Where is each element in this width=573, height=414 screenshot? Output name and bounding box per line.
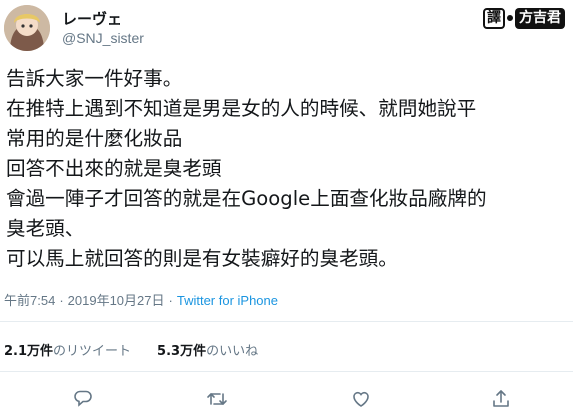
tweet-stats: 2.1万件のリツイート 5.3万件のいいね [4, 340, 258, 359]
like-count: 5.3万件 [157, 344, 207, 359]
like-icon[interactable] [350, 388, 372, 410]
translator-watermark: 譯 方吉君 [483, 7, 565, 29]
tweet-line: 可以馬上就回答的則是有女裝癖好的臭老頭。 [6, 247, 398, 270]
meta-separator: · [59, 293, 64, 308]
retweet-icon[interactable] [206, 388, 228, 410]
tweet-date[interactable]: 2019年10月27日 [68, 293, 165, 308]
retweet-label: のリツイート [53, 344, 132, 359]
display-name[interactable]: レーヴェ [62, 8, 122, 29]
tweet-line: 臭老頭、 [6, 217, 85, 240]
tweet-line: 回答不出來的就是臭老頭 [6, 157, 222, 180]
share-icon[interactable] [490, 388, 512, 410]
divider [0, 321, 573, 322]
meta-separator: · [168, 293, 173, 308]
user-handle[interactable]: @SNJ_sister [62, 30, 144, 46]
tweet-text: 告訴大家一件好事。 在推特上遇到不知道是男是女的人的時候、就問她說平 常用的是什… [6, 64, 571, 274]
retweet-stat[interactable]: 2.1万件のリツイート [4, 340, 131, 359]
avatar[interactable] [4, 5, 50, 51]
like-label: のいいね [206, 344, 259, 359]
retweet-count: 2.1万件 [4, 344, 54, 359]
tweet-time[interactable]: 午前7:54 [4, 293, 55, 308]
divider [0, 371, 573, 372]
tweet-source-link[interactable]: Twitter for iPhone [177, 293, 278, 308]
watermark-left: 譯 [483, 7, 505, 29]
reply-icon[interactable] [72, 388, 94, 410]
tweet-timestamp: 午前7:54 · 2019年10月27日 · Twitter for iPhone [4, 290, 278, 309]
watermark-right: 方吉君 [515, 7, 565, 29]
watermark-dot [507, 15, 513, 21]
tweet-line: 在推特上遇到不知道是男是女的人的時候、就問她說平 [6, 97, 477, 120]
tweet-line: 常用的是什麼化妝品 [6, 127, 183, 150]
action-bar [0, 388, 573, 410]
like-stat[interactable]: 5.3万件のいいね [157, 340, 258, 359]
tweet-line: 會過一陣子才回答的就是在Google上面查化妝品廠牌的 [6, 187, 487, 210]
tweet-line: 告訴大家一件好事。 [6, 67, 183, 90]
